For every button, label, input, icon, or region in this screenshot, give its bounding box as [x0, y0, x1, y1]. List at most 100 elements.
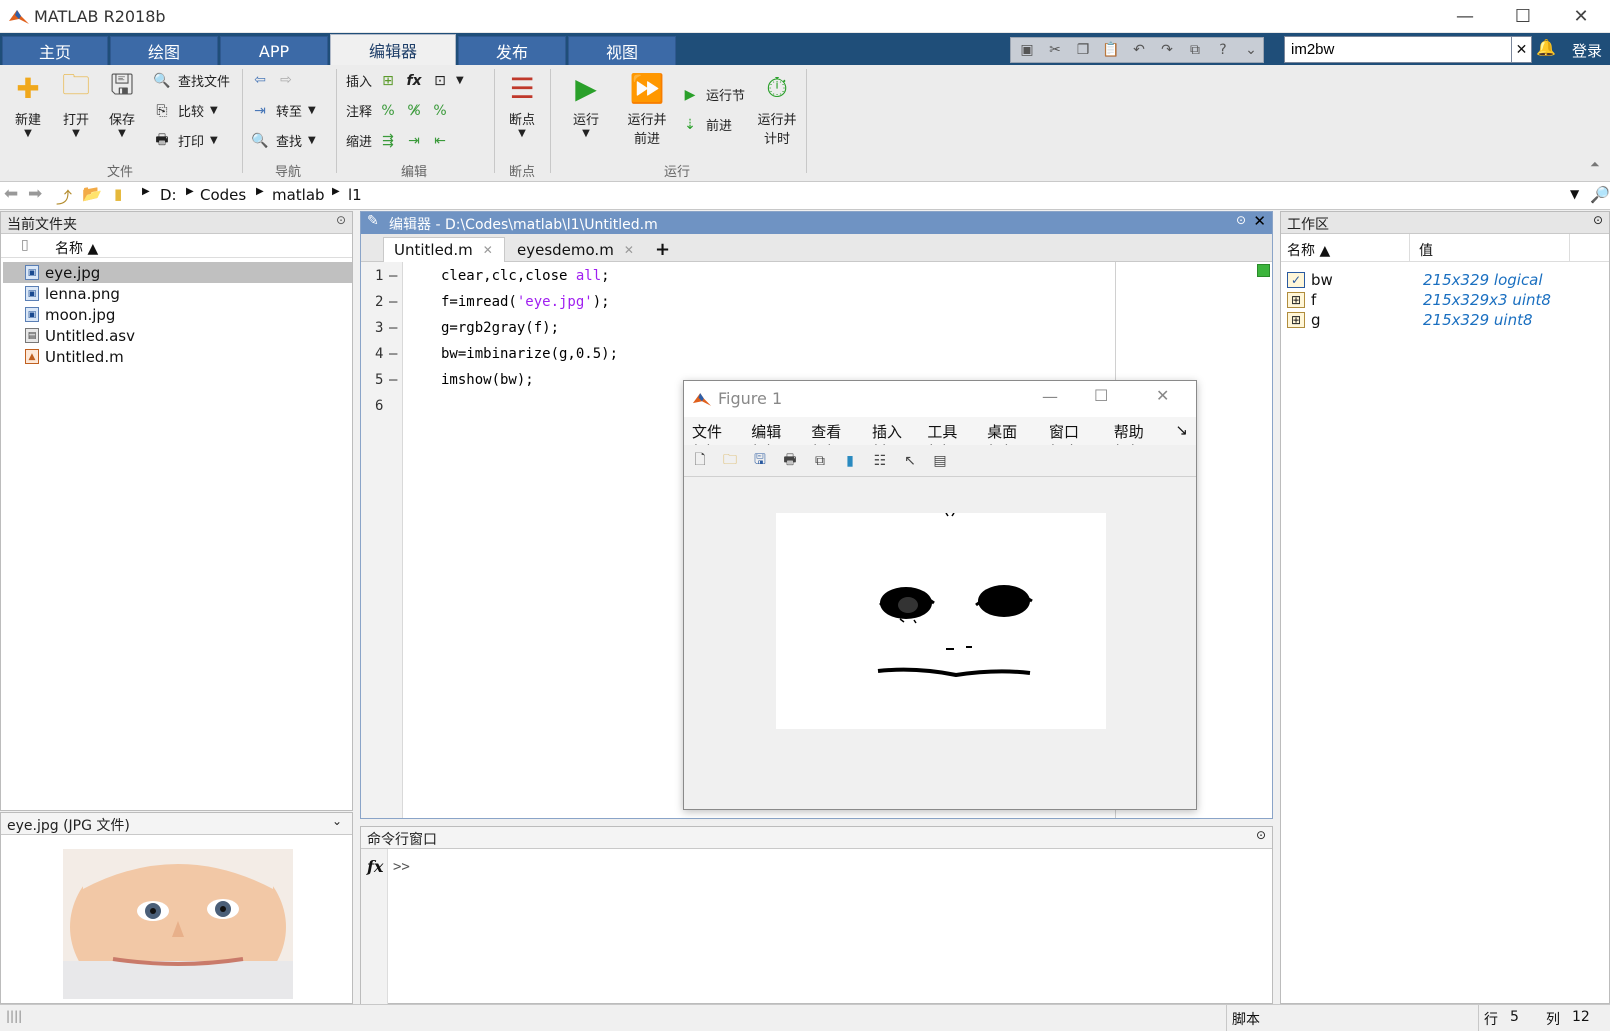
uncomment-icon[interactable]: %̸: [404, 102, 424, 120]
figure-menu-insert[interactable]: 插入(I): [872, 421, 913, 460]
copy-icon[interactable]: ❐: [1071, 40, 1095, 60]
forward-arrow-icon[interactable]: ⇨: [276, 71, 296, 89]
property-inspector-icon[interactable]: ▤: [928, 449, 952, 473]
file-item-lenna-png[interactable]: ▣ lenna.png: [25, 283, 325, 304]
edit-plot-pointer-icon[interactable]: ↖: [898, 449, 922, 473]
legend-icon[interactable]: ☷: [868, 449, 892, 473]
help-icon[interactable]: ?: [1211, 40, 1235, 60]
increase-indent-icon[interactable]: ⇥: [404, 132, 424, 150]
breakpoint-dash[interactable]: —: [389, 268, 397, 284]
breakpoint-dash[interactable]: —: [389, 320, 397, 336]
panel-menu-icon[interactable]: ⊙: [1256, 828, 1266, 842]
search-folder-icon[interactable]: 🔎: [1590, 185, 1610, 204]
ws-value-column-header[interactable]: 值: [1419, 240, 1433, 260]
file-item-eye-jpg[interactable]: ▣ eye.jpg: [3, 262, 352, 283]
login-link[interactable]: 登录: [1572, 40, 1602, 61]
code-line[interactable]: bw=imbinarize(g,0.5);: [441, 346, 618, 362]
new-button[interactable]: ✚ 新建 ▼: [8, 71, 48, 140]
colorbar-icon[interactable]: ▮: [838, 449, 862, 473]
back-arrow-icon[interactable]: ⇦: [250, 71, 270, 89]
tab-publish[interactable]: 发布: [458, 36, 566, 65]
panel-menu-icon[interactable]: ⊙: [1593, 213, 1603, 227]
editor-close-icon[interactable]: ✕: [1253, 212, 1266, 230]
figure-minimize-button[interactable]: —: [1042, 387, 1058, 406]
panel-menu-icon[interactable]: ⊙: [336, 213, 346, 227]
figure-maximize-button[interactable]: ☐: [1094, 386, 1108, 405]
code-line[interactable]: imshow(bw);: [441, 372, 534, 388]
open-button[interactable]: 🗀 打开 ▼: [56, 68, 96, 139]
figure-menu-tools[interactable]: 工具(T): [927, 421, 973, 460]
breakpoint-dash[interactable]: —: [389, 294, 397, 310]
advance-button[interactable]: ⇣ 前进: [680, 115, 732, 135]
link-plot-icon[interactable]: ⧉: [808, 449, 832, 473]
save-button[interactable]: 🖫 保存 ▼: [102, 68, 142, 139]
add-tab-button[interactable]: +: [645, 237, 677, 262]
open-file-icon[interactable]: 🗀: [718, 449, 742, 473]
breadcrumb-codes[interactable]: Codes: [200, 186, 246, 204]
collapse-ribbon-icon[interactable]: ⏶: [1590, 157, 1600, 172]
tab-plots[interactable]: 绘图: [110, 36, 218, 65]
cut-icon[interactable]: ✂: [1043, 40, 1067, 60]
minimize-button[interactable]: —: [1436, 0, 1494, 32]
run-and-advance-button[interactable]: ⏩ 运行并 前进: [622, 71, 672, 148]
close-tab-icon[interactable]: ✕: [483, 243, 493, 257]
tab-editor[interactable]: 编辑器: [330, 34, 456, 65]
comment-icon[interactable]: %: [378, 102, 398, 120]
address-dropdown-icon[interactable]: ▼: [1570, 187, 1579, 201]
close-button[interactable]: ✕: [1552, 0, 1610, 32]
file-item-moon-jpg[interactable]: ▣ moon.jpg: [25, 304, 325, 325]
print-button[interactable]: 🖶 打印 ▼: [152, 131, 217, 151]
browse-folder-icon[interactable]: 📂: [82, 184, 102, 203]
tab-home[interactable]: 主页: [2, 36, 108, 65]
nav-forward-icon[interactable]: ➡: [28, 184, 42, 204]
breakpoint-dash[interactable]: —: [389, 372, 397, 388]
code-line[interactable]: clear,clc,close all;: [441, 268, 610, 284]
breadcrumb-matlab[interactable]: matlab: [272, 186, 325, 204]
new-figure-icon[interactable]: 🗋: [688, 449, 712, 473]
workspace-var-f[interactable]: ⊞ f 215x329x3 uint8: [1287, 290, 1607, 310]
compare-button[interactable]: ⎘ 比较 ▼: [152, 101, 217, 121]
save-figure-icon[interactable]: 🖫: [748, 449, 772, 473]
wrap-comment-icon[interactable]: %: [430, 102, 450, 120]
undo-icon[interactable]: ↶: [1127, 40, 1151, 60]
command-window[interactable]: 命令行窗口 ⊙ fx >>: [360, 826, 1273, 1004]
paste-icon[interactable]: 📋: [1099, 40, 1123, 60]
figure-close-button[interactable]: ✕: [1156, 386, 1169, 405]
nav-back-icon[interactable]: ⬅: [4, 184, 18, 204]
more-icon[interactable]: ⌄: [1239, 40, 1263, 60]
workspace-var-bw[interactable]: ✓ bw 215x329 logical: [1287, 270, 1607, 290]
breakpoint-dash[interactable]: —: [389, 346, 397, 362]
figure-menu-file[interactable]: 文件(F): [692, 421, 737, 460]
save-icon[interactable]: ▣: [1015, 40, 1039, 60]
search-clear-button[interactable]: ✕: [1512, 36, 1532, 63]
insert-section-icon[interactable]: ⊞: [378, 72, 398, 90]
code-line[interactable]: g=rgb2gray(f);: [441, 320, 559, 336]
figure-menu-desktop[interactable]: 桌面(D): [987, 421, 1035, 460]
figure-menu-view[interactable]: 查看(V): [811, 421, 858, 460]
editor-tab-untitled[interactable]: Untitled.m ✕: [383, 237, 505, 262]
figure-menu-window[interactable]: 窗口(W): [1049, 421, 1100, 460]
workspace-var-g[interactable]: ⊞ g 215x329 uint8: [1287, 310, 1607, 330]
tab-view[interactable]: 视图: [568, 36, 676, 65]
decrease-indent-icon[interactable]: ⇤: [430, 132, 450, 150]
dock-arrow-icon[interactable]: ↘: [1175, 421, 1188, 441]
switch-windows-icon[interactable]: ⧉: [1183, 40, 1207, 60]
insert-function-icon[interactable]: ⊡: [430, 72, 450, 90]
figure-menu-help[interactable]: 帮助(H): [1114, 421, 1162, 460]
chevron-down-icon[interactable]: ⌄: [332, 814, 342, 828]
find-button[interactable]: 🔍 查找 ▼: [250, 131, 315, 151]
breakpoints-button[interactable]: ☰ 断点 ▼: [500, 71, 544, 140]
find-files-button[interactable]: 🔍 查找文件: [152, 71, 230, 91]
fx-icon[interactable]: fx: [367, 857, 383, 876]
close-tab-icon[interactable]: ✕: [624, 243, 634, 257]
maximize-button[interactable]: ☐: [1494, 0, 1552, 32]
redo-icon[interactable]: ↷: [1155, 40, 1179, 60]
notification-bell-icon[interactable]: 🔔: [1536, 38, 1556, 57]
editor-tab-eyesdemo[interactable]: eyesdemo.m ✕: [507, 237, 641, 262]
breadcrumb-drive[interactable]: D:: [160, 186, 177, 204]
fx-icon[interactable]: fx: [404, 72, 424, 90]
figure-menu-edit[interactable]: 编辑(E): [751, 421, 797, 460]
run-button[interactable]: ▶ 运行 ▼: [564, 71, 608, 140]
code-line[interactable]: f=imread('eye.jpg');: [441, 294, 610, 310]
name-column-header[interactable]: 名称 ▲: [55, 238, 98, 258]
